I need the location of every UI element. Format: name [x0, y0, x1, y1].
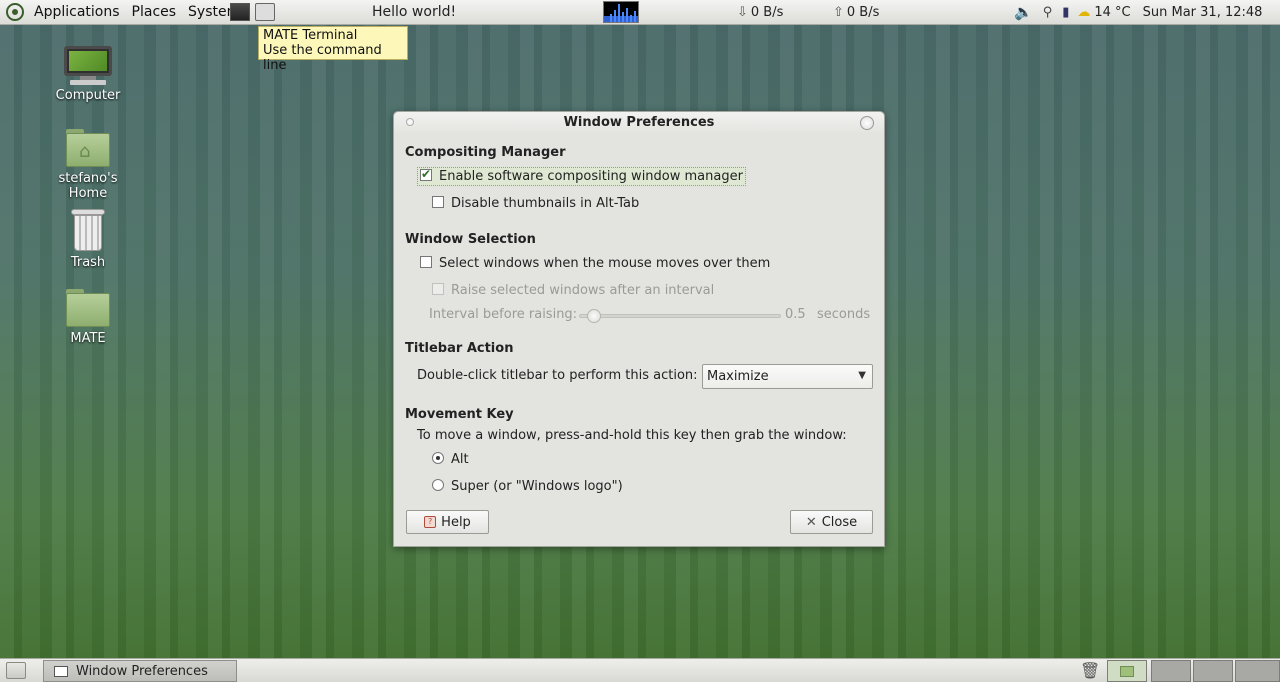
menu-applications[interactable]: Applications	[28, 4, 126, 20]
trash-icon	[71, 209, 105, 251]
up-arrow-icon: ⇧	[833, 4, 844, 20]
desktop-icon-label: Trash	[70, 255, 106, 270]
folder-icon	[66, 289, 110, 327]
terminal-launcher-icon[interactable]	[230, 3, 250, 21]
net-up-value: 0 B/s	[846, 4, 880, 20]
close-button-label: Close	[821, 514, 858, 530]
checkbox-checked-icon[interactable]	[420, 167, 432, 181]
desktop-icon-mate[interactable]: MATE	[43, 289, 133, 346]
close-button[interactable]: ✕ Close	[790, 510, 873, 534]
close-icon: ✕	[805, 514, 817, 530]
window-title-applet: Hello world!	[372, 4, 457, 20]
titlebar-action-label: Double-click titlebar to perform this ac…	[417, 368, 698, 383]
desktop-icon-label: Home	[68, 186, 108, 201]
workspace-2[interactable]	[1151, 660, 1191, 682]
titlebar-action-select[interactable]: Maximize ▼	[702, 364, 873, 389]
screenshot-launcher-icon[interactable]	[255, 3, 275, 21]
window-icon	[54, 665, 68, 677]
workspace-1[interactable]	[1107, 660, 1147, 682]
workspace-4[interactable]	[1235, 660, 1280, 682]
help-button-label: Help	[441, 514, 471, 530]
tooltip-desc: Use the command line	[263, 43, 382, 73]
titlebar-action-heading: Titlebar Action	[405, 341, 514, 356]
system-monitor-graph-icon	[603, 1, 639, 23]
desktop-icon-label: stefano's	[58, 171, 118, 186]
help-icon: ?	[424, 516, 437, 528]
interval-value: 0.5	[785, 307, 806, 322]
super-label[interactable]: Super (or "Windows logo")	[451, 479, 623, 494]
trash-applet-icon[interactable]: 🗑	[1080, 661, 1100, 680]
window-selection-heading: Window Selection	[405, 232, 536, 247]
taskbar-item-label: Window Preferences	[76, 663, 208, 679]
disable-thumbnails-label[interactable]: Disable thumbnails in Alt-Tab	[451, 196, 639, 211]
net-speed-up: ⇧ 0 B/s	[833, 0, 879, 24]
radio-icon[interactable]	[432, 479, 444, 491]
terminal-tooltip: MATE Terminal Use the command line	[258, 26, 408, 73]
mate-logo-icon[interactable]	[6, 3, 24, 21]
interval-unit: seconds	[817, 307, 871, 322]
taskbar-item-window-preferences[interactable]: Window Preferences	[43, 660, 237, 682]
raise-after-interval-checkbox: Raise selected windows after an interval	[432, 283, 714, 298]
menu-places[interactable]: Places	[126, 4, 183, 20]
home-folder-icon: ⌂	[66, 129, 110, 167]
enable-compositing-checkbox[interactable]: Enable software compositing window manag…	[417, 167, 746, 186]
weather-icon[interactable]: ☁	[1077, 5, 1090, 20]
network-icon[interactable]: ⚲	[1043, 5, 1053, 20]
clock[interactable]: Sun Mar 31, 12:48	[1143, 5, 1263, 20]
checkbox-icon[interactable]	[420, 256, 432, 268]
checkbox-icon[interactable]	[432, 196, 444, 208]
tray: 🔈 ⚲ ▮ ☁ 14 °C Sun Mar 31, 12:48	[1014, 0, 1262, 24]
desktop-icon-label: Computer	[55, 88, 121, 103]
movement-key-desc: To move a window, press-and-hold this ke…	[417, 428, 847, 443]
movement-key-super-radio[interactable]: Super (or "Windows logo")	[432, 479, 623, 494]
alt-label[interactable]: Alt	[451, 452, 469, 467]
compositing-heading: Compositing Manager	[405, 145, 566, 160]
weather-temp[interactable]: 14 °C	[1094, 5, 1130, 20]
launchers	[230, 0, 275, 24]
raise-after-interval-label: Raise selected windows after an interval	[451, 283, 715, 298]
battery-icon[interactable]: ▮	[1062, 5, 1069, 20]
select-on-hover-checkbox[interactable]: Select windows when the mouse moves over…	[420, 256, 770, 271]
net-speed-down: ⇩ 0 B/s	[737, 0, 783, 24]
disable-thumbnails-checkbox[interactable]: Disable thumbnails in Alt-Tab	[432, 196, 639, 211]
interval-slider-handle	[587, 309, 601, 323]
interval-slider-track	[579, 314, 781, 318]
titlebar-action-value: Maximize	[707, 369, 769, 384]
down-arrow-icon: ⇩	[737, 4, 748, 20]
bottom-panel: Window Preferences 🗑	[0, 658, 1280, 682]
dialog-title: Window Preferences	[563, 115, 715, 130]
help-button[interactable]: ? Help	[406, 510, 489, 534]
desktop-icon-home[interactable]: ⌂ stefano's Home	[43, 129, 133, 201]
interval-label: Interval before raising:	[429, 307, 578, 322]
desktop-icon-label: MATE	[70, 331, 106, 346]
titlebar[interactable]: Window Preferences	[394, 112, 884, 134]
system-monitor[interactable]	[603, 0, 639, 24]
select-on-hover-label[interactable]: Select windows when the mouse moves over…	[439, 256, 770, 271]
checkbox-disabled-icon	[432, 283, 444, 295]
enable-compositing-label[interactable]: Enable software compositing window manag…	[439, 169, 743, 184]
movement-key-heading: Movement Key	[405, 407, 514, 422]
volume-icon[interactable]: 🔈	[1014, 3, 1033, 21]
chevron-down-icon: ▼	[858, 370, 866, 381]
tooltip-title: MATE Terminal	[263, 28, 358, 43]
workspace-3[interactable]	[1193, 660, 1233, 682]
computer-icon	[64, 46, 112, 85]
titlebar-close-icon[interactable]	[860, 116, 874, 130]
radio-selected-icon[interactable]	[432, 452, 444, 464]
net-down-value: 0 B/s	[750, 4, 784, 20]
desktop-icon-trash[interactable]: Trash	[43, 209, 133, 270]
movement-key-alt-radio[interactable]: Alt	[432, 452, 469, 467]
show-desktop-icon[interactable]	[6, 662, 26, 679]
desktop-icon-computer[interactable]: Computer	[43, 46, 133, 103]
